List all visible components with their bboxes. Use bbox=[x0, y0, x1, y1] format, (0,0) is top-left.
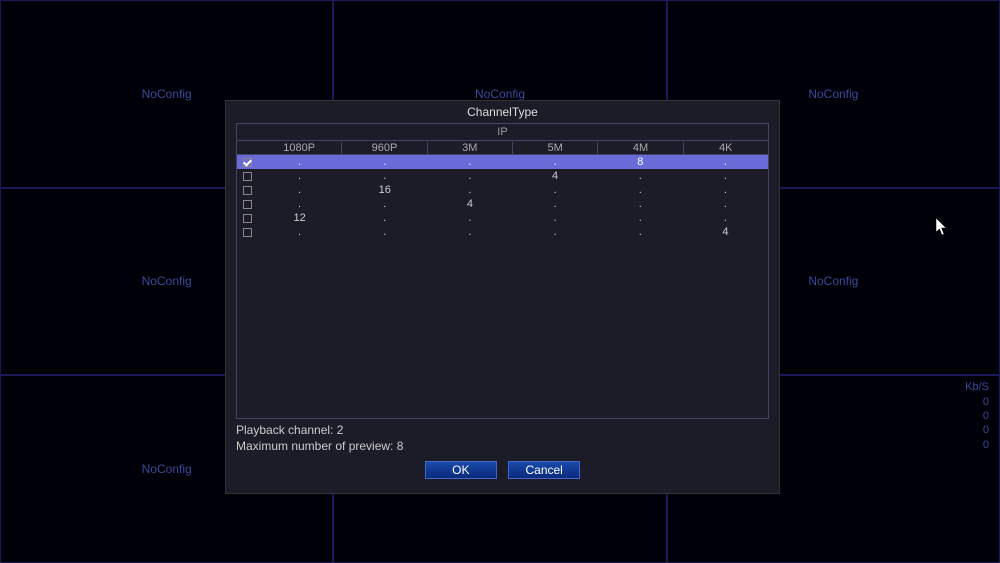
cell-label: NoConfig bbox=[142, 87, 192, 101]
preview-info: Maximum number of preview: 8 bbox=[236, 439, 769, 453]
checkbox-icon bbox=[243, 158, 252, 167]
cell-value: . bbox=[683, 156, 768, 168]
ok-button[interactable]: OK bbox=[425, 461, 497, 479]
checkbox-icon bbox=[243, 172, 252, 181]
row-checkbox[interactable] bbox=[237, 184, 257, 196]
column-header: 4K bbox=[684, 142, 768, 154]
table-row[interactable]: ...4.. bbox=[237, 169, 768, 183]
cell-label: NoConfig bbox=[142, 274, 192, 288]
cell-value: . bbox=[427, 156, 512, 168]
cell-value: . bbox=[427, 184, 512, 196]
cell-value: . bbox=[257, 198, 342, 210]
cell-value: 4 bbox=[683, 226, 768, 238]
button-row: OK Cancel bbox=[226, 461, 779, 479]
cell-value: . bbox=[427, 212, 512, 224]
column-header: 4M bbox=[598, 142, 683, 154]
cell-value: . bbox=[598, 226, 683, 238]
cell-value: 16 bbox=[342, 184, 427, 196]
cell-value: . bbox=[342, 198, 427, 210]
cell-label: NoConfig bbox=[808, 274, 858, 288]
cell-value: . bbox=[342, 212, 427, 224]
cell-value: . bbox=[513, 184, 598, 196]
cell-value: . bbox=[683, 184, 768, 196]
row-checkbox[interactable] bbox=[237, 226, 257, 238]
table-row[interactable]: ....8. bbox=[237, 155, 768, 169]
cell-value: . bbox=[598, 212, 683, 224]
cell-value: . bbox=[342, 156, 427, 168]
cell-value: . bbox=[342, 226, 427, 238]
cell-label: NoConfig bbox=[808, 87, 858, 101]
row-checkbox[interactable] bbox=[237, 170, 257, 182]
cell-value: 8 bbox=[598, 156, 683, 168]
checkbox-icon bbox=[243, 214, 252, 223]
channel-table: IP 1080P960P3M5M4M4K ....8....4...16....… bbox=[236, 123, 769, 419]
cell-value: . bbox=[257, 170, 342, 182]
cell-value: . bbox=[683, 170, 768, 182]
cell-value: . bbox=[598, 198, 683, 210]
cell-value: 4 bbox=[513, 170, 598, 182]
cell-label: NoConfig bbox=[475, 87, 525, 101]
cell-value: . bbox=[257, 184, 342, 196]
column-header: 1080P bbox=[257, 142, 342, 154]
column-header: 5M bbox=[513, 142, 598, 154]
cell-value: . bbox=[427, 170, 512, 182]
cell-value: . bbox=[342, 170, 427, 182]
cell-value: . bbox=[683, 212, 768, 224]
cell-value: . bbox=[598, 184, 683, 196]
column-header: 960P bbox=[342, 142, 427, 154]
table-row[interactable]: 12..... bbox=[237, 211, 768, 225]
row-checkbox[interactable] bbox=[237, 212, 257, 224]
cell-value: . bbox=[427, 226, 512, 238]
table-row[interactable]: ..4... bbox=[237, 197, 768, 211]
cell-value: . bbox=[257, 226, 342, 238]
table-row[interactable]: .16.... bbox=[237, 183, 768, 197]
cell-value: . bbox=[513, 226, 598, 238]
dialog-title: ChannelType bbox=[226, 101, 779, 121]
cell-value: . bbox=[598, 170, 683, 182]
cell-value: . bbox=[257, 156, 342, 168]
row-checkbox[interactable] bbox=[237, 198, 257, 210]
cell-label: NoConfig bbox=[142, 462, 192, 476]
playback-info: Playback channel: 2 bbox=[236, 423, 769, 437]
checkbox-icon bbox=[243, 200, 252, 209]
group-header: IP bbox=[237, 124, 768, 141]
cell-value: . bbox=[683, 198, 768, 210]
checkbox-icon bbox=[243, 186, 252, 195]
channel-type-dialog: ChannelType IP 1080P960P3M5M4M4K ....8..… bbox=[225, 100, 780, 494]
cell-value: 12 bbox=[257, 212, 342, 224]
cell-value: . bbox=[513, 156, 598, 168]
table-row[interactable]: .....4 bbox=[237, 225, 768, 239]
row-checkbox[interactable] bbox=[237, 156, 257, 168]
table-header-row: 1080P960P3M5M4M4K bbox=[237, 141, 768, 155]
cell-value: . bbox=[513, 212, 598, 224]
checkbox-icon bbox=[243, 228, 252, 237]
cell-value: . bbox=[513, 198, 598, 210]
cell-value: 4 bbox=[427, 198, 512, 210]
column-header: 3M bbox=[428, 142, 513, 154]
cancel-button[interactable]: Cancel bbox=[508, 461, 580, 479]
bitrate-stats: Kb/S0000 bbox=[965, 380, 989, 451]
